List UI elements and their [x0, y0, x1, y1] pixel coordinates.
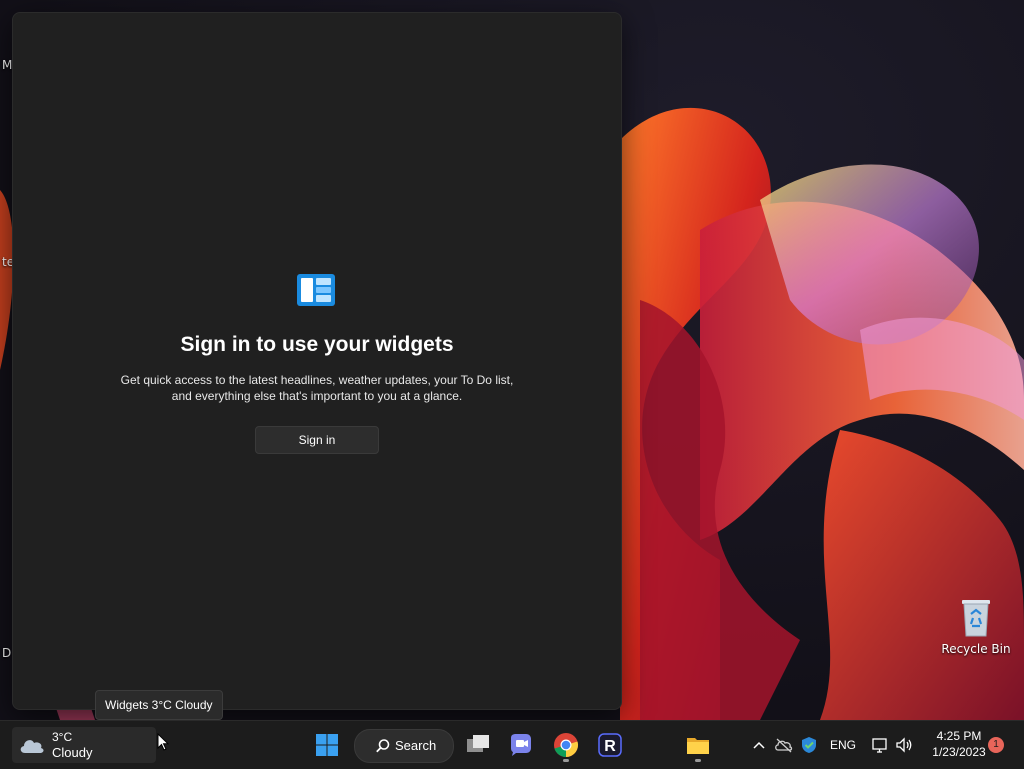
- search-icon: [375, 738, 391, 758]
- chrome-icon: [554, 733, 579, 757]
- clock-time: 4:25 PM: [936, 729, 982, 743]
- network-icon[interactable]: [870, 735, 890, 755]
- chat-button[interactable]: [503, 727, 539, 763]
- clock-button[interactable]: 4:25 PM 1/23/2023: [920, 728, 998, 760]
- widgets-signin-title: Sign in to use your widgets: [180, 333, 454, 356]
- weather-condition: Cloudy: [52, 745, 93, 760]
- start-button[interactable]: [309, 727, 345, 763]
- windows-start-icon: [316, 734, 338, 756]
- r-app-icon: R: [598, 733, 622, 757]
- widgets-tooltip: Widgets 3°C Cloudy: [95, 690, 223, 720]
- onedrive-offline-icon[interactable]: [774, 735, 794, 755]
- task-view-button[interactable]: [460, 727, 496, 763]
- weather-temperature: 3°C: [52, 730, 73, 744]
- widgets-panel: Sign in to use your widgets Get quick ac…: [12, 12, 622, 710]
- widgets-logo-icon: [297, 274, 335, 306]
- weather-widget-button[interactable]: 3°C Cloudy: [12, 727, 156, 763]
- recycle-bin-icon: [959, 596, 993, 638]
- desktop-icon-label-partial[interactable]: D: [2, 646, 11, 660]
- svg-text:R: R: [604, 738, 616, 755]
- teams-chat-icon: [511, 734, 531, 756]
- sign-in-button[interactable]: Sign in: [255, 426, 379, 454]
- windows-security-icon[interactable]: [799, 735, 819, 755]
- task-view-icon: [467, 735, 489, 752]
- recycle-bin-label: Recycle Bin: [941, 642, 1011, 656]
- mouse-cursor-icon: [157, 732, 170, 755]
- search-button[interactable]: Search: [354, 729, 454, 763]
- taskbar: 3°C Cloudy Search R ENG 4:25 PM 1/23/202…: [0, 720, 1024, 769]
- desktop-icon-label-partial[interactable]: M: [2, 58, 12, 72]
- widgets-signin-description: Get quick access to the latest headlines…: [120, 373, 514, 403]
- cloud-icon: [18, 735, 46, 755]
- volume-icon[interactable]: [894, 735, 914, 755]
- chevron-up-icon: [753, 741, 765, 749]
- show-hidden-icons-button[interactable]: [752, 735, 766, 755]
- search-label: Search: [395, 738, 437, 753]
- clock-date: 1/23/2023: [932, 745, 986, 759]
- folder-icon: [687, 738, 709, 754]
- notification-badge[interactable]: 1: [988, 737, 1004, 753]
- running-indicator: [695, 759, 701, 762]
- language-indicator[interactable]: ENG: [830, 738, 856, 758]
- chrome-button[interactable]: [548, 727, 584, 763]
- r-app-button[interactable]: R: [592, 727, 628, 763]
- file-explorer-button[interactable]: [680, 727, 716, 763]
- running-indicator: [563, 759, 569, 762]
- recycle-bin[interactable]: Recycle Bin: [940, 596, 1012, 656]
